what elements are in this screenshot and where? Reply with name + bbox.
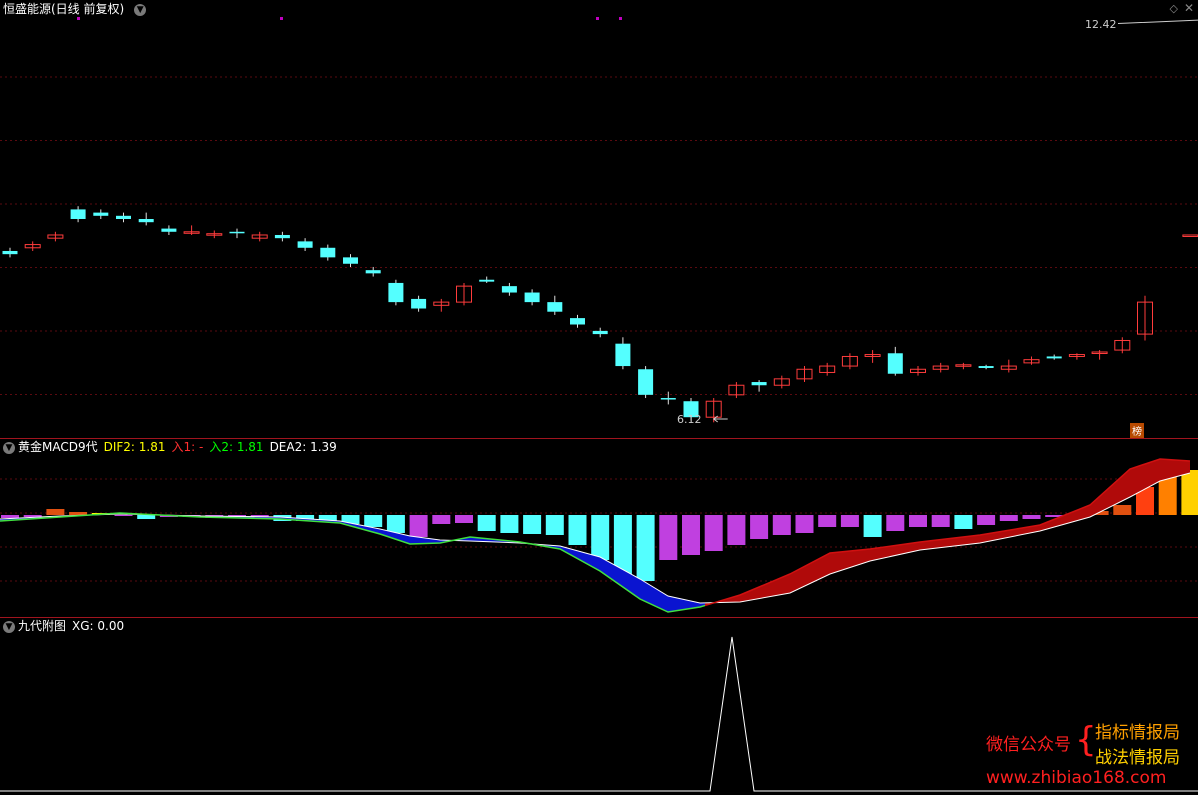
watermark-line2: 战法情报局 <box>1095 748 1180 768</box>
macd-panel[interactable]: ▼ 黄金MACD9代 DIF2: 1.81 入1: - 入2: 1.81 DEA2: 1.… <box>0 439 1198 617</box>
rank-badge[interactable]: 榜 <box>1130 423 1144 438</box>
sub-panel[interactable]: ▼ 九代附图 XG: 0.00 微信公众号 { 指标情报局 战法情报局 www.zh… <box>0 618 1198 795</box>
macd-histogram-bar <box>954 515 973 529</box>
macd-histogram-bar <box>909 515 927 527</box>
macd-histogram-bar <box>137 515 156 519</box>
macd-histogram-bar <box>704 515 723 551</box>
stock-title: 恒盛能源(日线 前复权) <box>3 2 125 16</box>
candle-body <box>751 382 767 386</box>
candle-body <box>660 398 676 400</box>
candle-body <box>161 228 177 232</box>
macd-histogram-bar <box>727 515 746 545</box>
macd-histogram-bar <box>863 515 882 537</box>
macd-histogram-bar <box>545 515 564 535</box>
macd-histogram-bar <box>931 515 950 527</box>
macd-histogram-bar <box>1113 505 1132 515</box>
macd-histogram-bar <box>46 509 65 515</box>
macd-histogram-bar <box>818 515 837 527</box>
candle-body <box>70 209 86 219</box>
in1-value: 入1: - <box>171 440 204 454</box>
candle-body <box>887 353 903 374</box>
in2-value: 入2: 1.81 <box>209 440 264 454</box>
candle-body <box>274 234 290 239</box>
watermark-line1: 指标情报局 <box>1095 723 1180 743</box>
macd-histogram-bar <box>455 515 473 523</box>
macd-histogram-bar <box>977 515 996 525</box>
high-arrow <box>1117 19 1198 25</box>
candle-body <box>411 298 427 309</box>
watermark-brace: { <box>1075 720 1097 760</box>
low-price-label: 6.12 <box>677 413 702 426</box>
signal-dot <box>77 17 80 20</box>
watermark-wechat: 微信公众号 <box>986 735 1071 755</box>
candlestick-chart[interactable] <box>0 0 1198 438</box>
macd-indicator-name: 黄金MACD9代 <box>18 440 98 454</box>
candle-body <box>592 330 608 335</box>
dif2-value: DIF2: 1.81 <box>103 440 166 454</box>
macd-histogram-bar <box>682 515 700 555</box>
candle-body <box>1182 234 1198 237</box>
macd-histogram-bar <box>523 515 542 534</box>
macd-histogram-bar <box>840 515 859 527</box>
macd-histogram-bar <box>386 515 405 533</box>
candle-body <box>501 286 517 293</box>
macd-histogram-bar <box>591 515 610 560</box>
candle-body <box>615 343 631 367</box>
candle-body <box>978 366 994 368</box>
candle-body <box>229 231 245 234</box>
close-icon[interactable]: ✕ <box>1184 1 1194 15</box>
candle-body <box>93 212 109 216</box>
signal-dot <box>596 17 599 20</box>
signal-dot <box>280 17 283 20</box>
sub-indicator-name: 九代附图 <box>18 619 67 633</box>
macd-histogram-bar <box>1181 470 1198 515</box>
macd-histogram-bar <box>432 515 451 524</box>
candle-body <box>320 247 336 258</box>
candle-body <box>570 318 585 325</box>
macd-histogram-bar <box>1 515 19 518</box>
macd-histogram-bar <box>795 515 814 533</box>
candle-body <box>388 282 404 303</box>
sub-header: ▼ 九代附图 XG: 0.00 <box>3 618 130 634</box>
macd-header: ▼ 黄金MACD9代 DIF2: 1.81 入1: - 入2: 1.81 DEA2: 1.… <box>3 439 343 455</box>
candle-body <box>297 241 313 248</box>
candle-body <box>524 292 540 303</box>
macd-histogram-bar <box>772 515 791 535</box>
macd-histogram-bar <box>886 515 905 531</box>
macd-histogram-bar <box>636 515 655 581</box>
macd-histogram-bar <box>114 515 133 516</box>
candle-body <box>138 219 154 223</box>
macd-histogram-bar <box>1022 515 1041 519</box>
macd-histogram-bar <box>500 515 519 533</box>
macd-chart[interactable] <box>0 439 1198 617</box>
chevron-down-icon[interactable]: ▼ <box>134 3 147 16</box>
signal-dot <box>619 17 622 20</box>
macd-histogram-bar <box>364 515 383 527</box>
candle-body <box>479 279 495 282</box>
macd-histogram-bar <box>659 515 678 560</box>
macd-histogram-bar <box>409 515 428 537</box>
candle-body <box>116 215 131 219</box>
main-header: 恒盛能源(日线 前复权) ▼ <box>3 1 152 17</box>
macd-histogram-bar <box>69 512 88 515</box>
candle-body <box>2 250 18 255</box>
macd-histogram-bar <box>477 515 496 531</box>
candle-body <box>1046 356 1062 359</box>
chevron-down-icon[interactable]: ▼ <box>3 620 15 633</box>
main-chart-panel[interactable]: 恒盛能源(日线 前复权) ▼ ◇ ✕ 12.42 6.12 榜 <box>0 0 1198 438</box>
macd-histogram-bar <box>999 515 1018 521</box>
macd-histogram-bar <box>568 515 587 545</box>
high-price-label: 12.42 <box>1085 18 1117 31</box>
xg-value: XG: 0.00 <box>72 619 125 633</box>
candle-body <box>638 369 654 395</box>
candle-body <box>343 257 358 264</box>
candle-body <box>365 270 381 274</box>
dea2-value: DEA2: 1.39 <box>269 440 337 454</box>
diamond-icon[interactable]: ◇ <box>1170 2 1178 15</box>
candle-body <box>547 302 563 312</box>
chevron-down-icon[interactable]: ▼ <box>3 441 15 454</box>
watermark-url: www.zhibiao168.com <box>986 768 1167 788</box>
macd-histogram-bar <box>750 515 769 539</box>
